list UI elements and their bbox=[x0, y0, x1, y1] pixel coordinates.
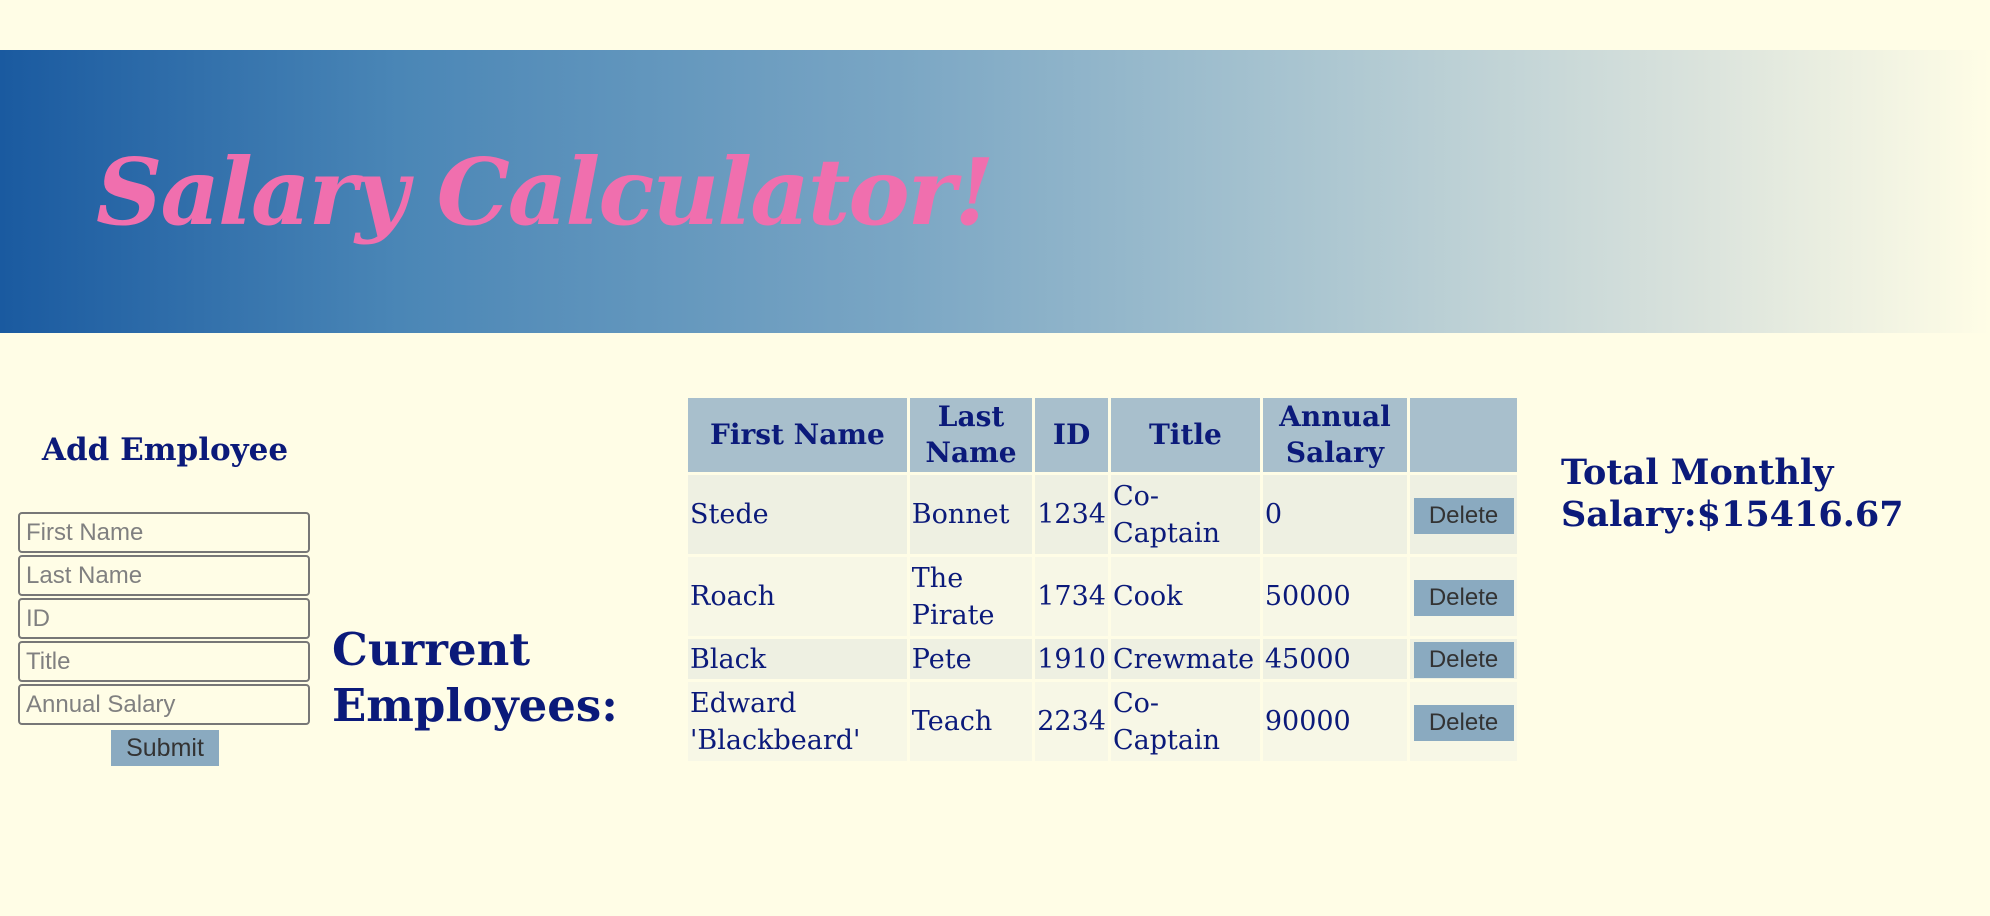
cell-action: Delete bbox=[1410, 639, 1517, 679]
add-employee-heading: Add Employee bbox=[41, 432, 289, 468]
delete-button[interactable]: Delete bbox=[1413, 642, 1514, 678]
table-row: Roach The Pirate 1734 Cook 50000 Delete bbox=[688, 557, 1517, 636]
cell-first-name: Roach bbox=[688, 557, 907, 636]
title-input[interactable] bbox=[18, 641, 310, 682]
employee-table: First Name Last Name ID Title Annual Sal… bbox=[685, 395, 1520, 764]
cell-title: Cook bbox=[1110, 557, 1260, 636]
annual-salary-input[interactable] bbox=[18, 684, 310, 725]
cell-annual-salary: 50000 bbox=[1262, 557, 1408, 636]
table-row: Stede Bonnet 1234 Co-Captain 0 Delete bbox=[688, 475, 1517, 554]
column-header-annual-salary: Annual Salary bbox=[1262, 398, 1408, 472]
header-banner: Salary Calculator! bbox=[0, 50, 1990, 333]
delete-button[interactable]: Delete bbox=[1413, 497, 1514, 534]
cell-id: 2234 bbox=[1035, 682, 1108, 761]
total-monthly-salary: Total Monthly Salary:$15416.67 bbox=[1561, 452, 1904, 535]
cell-annual-salary: 90000 bbox=[1262, 682, 1408, 761]
delete-button[interactable]: Delete bbox=[1413, 579, 1514, 616]
cell-first-name: Stede bbox=[688, 475, 907, 554]
cell-first-name: Black bbox=[688, 639, 907, 679]
cell-first-name: Edward 'Blackbeard' bbox=[688, 682, 907, 761]
cell-title: Co-Captain bbox=[1110, 682, 1260, 761]
cell-title: Co-Captain bbox=[1110, 475, 1260, 554]
cell-action: Delete bbox=[1410, 682, 1517, 761]
cell-annual-salary: 0 bbox=[1262, 475, 1408, 554]
delete-button[interactable]: Delete bbox=[1413, 704, 1514, 741]
table-row: Edward 'Blackbeard' Teach 2234 Co-Captai… bbox=[688, 682, 1517, 761]
column-header-first-name: First Name bbox=[688, 398, 907, 472]
cell-last-name: Teach bbox=[909, 682, 1033, 761]
cell-last-name: Bonnet bbox=[909, 475, 1033, 554]
cell-last-name: Pete bbox=[909, 639, 1033, 679]
submit-button[interactable]: Submit bbox=[111, 730, 219, 766]
id-input[interactable] bbox=[18, 598, 310, 639]
table-header-row: First Name Last Name ID Title Annual Sal… bbox=[688, 398, 1517, 472]
cell-last-name: The Pirate bbox=[909, 557, 1033, 636]
column-header-id: ID bbox=[1035, 398, 1108, 472]
column-header-action bbox=[1410, 398, 1517, 472]
table-row: Black Pete 1910 Crewmate 45000 Delete bbox=[688, 639, 1517, 679]
page-title: Salary Calculator! bbox=[96, 138, 995, 246]
cell-id: 1910 bbox=[1035, 639, 1108, 679]
cell-action: Delete bbox=[1410, 475, 1517, 554]
cell-id: 1234 bbox=[1035, 475, 1108, 554]
cell-annual-salary: 45000 bbox=[1262, 639, 1408, 679]
column-header-title: Title bbox=[1110, 398, 1260, 472]
first-name-input[interactable] bbox=[18, 512, 310, 553]
current-employees-heading: Current Employees: bbox=[332, 623, 618, 732]
cell-id: 1734 bbox=[1035, 557, 1108, 636]
last-name-input[interactable] bbox=[18, 555, 310, 596]
column-header-last-name: Last Name bbox=[909, 398, 1033, 472]
cell-title: Crewmate bbox=[1110, 639, 1260, 679]
cell-action: Delete bbox=[1410, 557, 1517, 636]
